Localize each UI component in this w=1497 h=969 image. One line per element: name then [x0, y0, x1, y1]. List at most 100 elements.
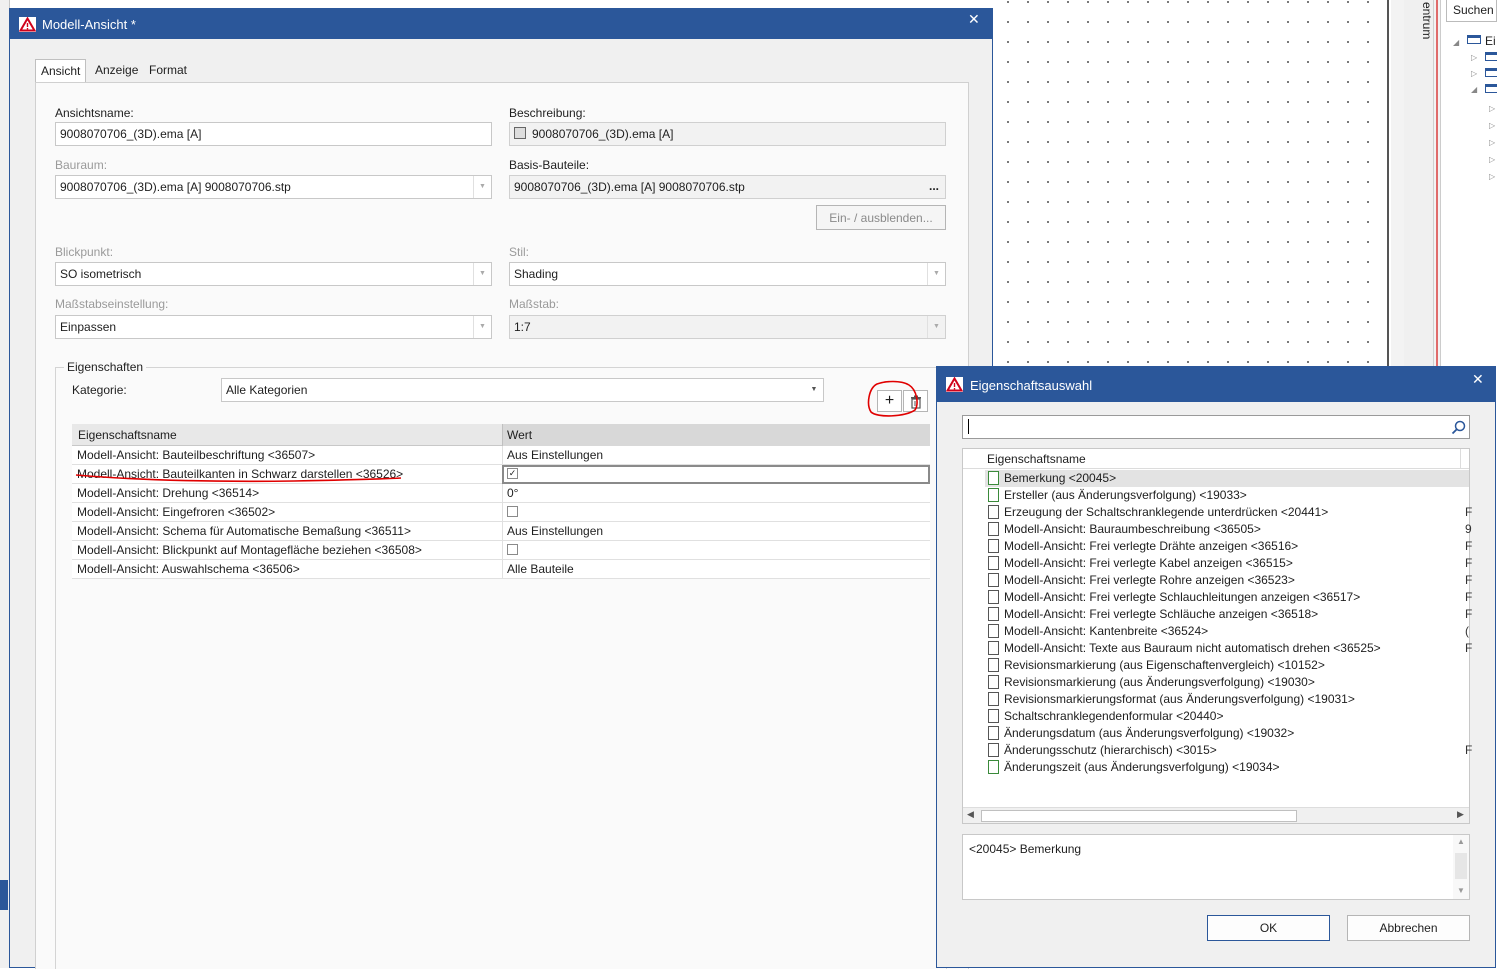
blickpunkt-select[interactable]: SO isometrisch ▼: [55, 262, 492, 286]
grid-header: Eigenschaftsname Wert: [72, 424, 930, 446]
stil-select[interactable]: Shading ▼: [509, 262, 946, 286]
massstabseinstellung-select[interactable]: Einpassen ▼: [55, 315, 492, 339]
list-item-value: (: [1465, 624, 1469, 638]
column-header-value[interactable]: Wert: [507, 428, 532, 442]
document-icon: [988, 743, 999, 757]
scroll-left-icon[interactable]: ◀: [967, 809, 974, 820]
list-item[interactable]: Ersteller (aus Änderungsverfolgung) <190…: [985, 487, 1469, 504]
column-header-name[interactable]: Eigenschaftsname: [78, 428, 177, 442]
table-row[interactable]: Modell-Ansicht: Auswahlschema <36506> Al…: [72, 560, 930, 579]
kategorie-select[interactable]: Alle Kategorien ▼: [221, 378, 824, 402]
property-list[interactable]: Eigenschaftsname Bemerkung <20045> Erstel…: [962, 448, 1473, 824]
tree-collapse-icon[interactable]: ▷: [1489, 104, 1495, 113]
tree-collapse-icon[interactable]: ▷: [1471, 53, 1477, 62]
property-name: Modell-Ansicht: Blickpunkt auf Montagefl…: [77, 543, 422, 557]
list-item[interactable]: Revisionsmarkierung (aus Änderungsverfol…: [985, 674, 1469, 691]
property-checkbox[interactable]: [507, 506, 518, 517]
project-tree[interactable]: ◢ Ei ▷ ▷ ◢ ▷ ▷ ▷ ▷ ▷: [1440, 0, 1497, 366]
language-icon[interactable]: [514, 127, 526, 139]
list-item[interactable]: Modell-Ansicht: Bauraumbeschreibung <365…: [985, 521, 1472, 538]
list-item[interactable]: Modell-Ansicht: Frei verlegte Kabel anze…: [985, 555, 1472, 572]
dialog-titlebar[interactable]: Modell-Ansicht * ✕: [10, 9, 992, 39]
tree-collapse-icon[interactable]: ▷: [1489, 155, 1495, 164]
tree-collapse-icon[interactable]: ▷: [1489, 138, 1495, 147]
property-value[interactable]: Aus Einstellungen: [507, 524, 603, 538]
tree-collapse-icon[interactable]: ▷: [1489, 121, 1495, 130]
list-item[interactable]: Revisionsmarkierung (aus Eigenschaftenve…: [985, 657, 1469, 674]
vertical-scrollbar[interactable]: ▲ ▼: [1453, 835, 1469, 899]
document-icon: [988, 488, 999, 502]
vertical-tab-label[interactable]: entrum: [1404, 0, 1434, 60]
selected-cell: [502, 465, 930, 484]
table-row[interactable]: Modell-Ansicht: Eingefroren <36502>: [72, 503, 930, 522]
list-item[interactable]: Bemerkung <20045>: [985, 470, 1469, 487]
cancel-button[interactable]: Abbrechen: [1347, 915, 1470, 941]
table-row[interactable]: Modell-Ansicht: Drehung <36514> 0°: [72, 484, 930, 503]
tab-ansicht[interactable]: Ansicht: [35, 59, 87, 84]
ansichtsname-input[interactable]: 9008070706_(3D).ema [A]: [55, 122, 492, 146]
scrollbar-thumb[interactable]: [981, 810, 1297, 822]
document-icon: [988, 726, 999, 740]
list-item[interactable]: Modell-Ansicht: Frei verlegte Schlauchle…: [985, 589, 1472, 606]
list-item-label: Änderungsdatum (aus Änderungsverfolgung)…: [1004, 726, 1295, 740]
list-item[interactable]: Modell-Ansicht: Frei verlegte Rohre anze…: [985, 572, 1473, 589]
search-icon[interactable]: [1451, 420, 1466, 435]
property-checkbox[interactable]: ✓: [507, 468, 518, 479]
document-icon: [988, 522, 999, 536]
list-item[interactable]: Änderungsdatum (aus Änderungsverfolgung)…: [985, 725, 1469, 742]
column-header-name[interactable]: Eigenschaftsname: [987, 452, 1086, 466]
drawing-canvas[interactable]: [992, 0, 1389, 366]
search-input[interactable]: [962, 415, 1470, 439]
list-item-value: F: [1465, 573, 1473, 587]
list-item[interactable]: Schaltschranklegendenformular <20440>: [985, 708, 1469, 725]
bauraum-select[interactable]: 9008070706_(3D).ema [A] 9008070706.stp ▼: [55, 175, 492, 199]
tree-expand-icon[interactable]: ◢: [1471, 85, 1477, 94]
ok-button[interactable]: OK: [1207, 915, 1330, 941]
ein-ausblenden-button[interactable]: Ein- / ausblenden...: [816, 205, 946, 230]
chevron-down-icon: ▼: [927, 316, 945, 338]
scroll-right-icon[interactable]: ▶: [1457, 809, 1464, 820]
tree-root-label[interactable]: Ei: [1485, 34, 1496, 48]
tab-format[interactable]: Format: [144, 59, 192, 83]
document-icon: [988, 709, 999, 723]
document-icon: [988, 624, 999, 638]
warning-app-icon: [946, 377, 963, 392]
massstab-select[interactable]: 1:7 ▼: [509, 315, 946, 339]
list-item[interactable]: Revisionsmarkierungsformat (aus Änderung…: [985, 691, 1469, 708]
table-row[interactable]: Modell-Ansicht: Schema für Automatische …: [72, 522, 930, 541]
column-separator: [502, 522, 503, 541]
column-separator: [502, 560, 503, 579]
list-item-label: Modell-Ansicht: Frei verlegte Drähte anz…: [1004, 539, 1299, 553]
scroll-down-icon[interactable]: ▼: [1457, 886, 1465, 895]
horizontal-scrollbar[interactable]: ◀ ▶: [963, 807, 1469, 823]
list-item[interactable]: Modell-Ansicht: Texte aus Bauraum nicht …: [985, 640, 1472, 657]
close-icon[interactable]: ✕: [968, 11, 980, 28]
beschreibung-input[interactable]: 9008070706_(3D).ema [A]: [509, 122, 946, 146]
scroll-up-icon[interactable]: ▲: [1457, 837, 1465, 846]
property-value[interactable]: 0°: [507, 486, 518, 500]
browse-button[interactable]: ...: [929, 179, 939, 193]
dialog-titlebar[interactable]: Eigenschaftsauswahl ✕: [937, 367, 1495, 402]
scrollbar-thumb[interactable]: [1455, 853, 1467, 879]
list-item-label: Erzeugung der Schaltschranklegende unter…: [1004, 505, 1329, 519]
list-item[interactable]: Modell-Ansicht: Frei verlegte Schläuche …: [985, 606, 1472, 623]
list-item[interactable]: Modell-Ansicht: Frei verlegte Drähte anz…: [985, 538, 1472, 555]
list-item[interactable]: Modell-Ansicht: Kantenbreite <36524> (: [985, 623, 1469, 640]
list-item[interactable]: Änderungszeit (aus Änderungsverfolgung) …: [985, 759, 1469, 776]
tab-anzeige[interactable]: Anzeige: [90, 59, 143, 83]
table-row[interactable]: Modell-Ansicht: Blickpunkt auf Montagefl…: [72, 541, 930, 560]
list-item[interactable]: Erzeugung der Schaltschranklegende unter…: [985, 504, 1472, 521]
property-value[interactable]: Alle Bauteile: [507, 562, 574, 576]
table-row[interactable]: Modell-Ansicht: Bauteilbeschriftung <365…: [72, 446, 930, 465]
tree-expand-icon[interactable]: ◢: [1453, 38, 1459, 47]
basis-bauteile-input[interactable]: 9008070706_(3D).ema [A] 9008070706.stp .…: [509, 175, 946, 199]
property-checkbox[interactable]: [507, 544, 518, 555]
kategorie-label: Kategorie:: [72, 383, 127, 397]
property-value[interactable]: Aus Einstellungen: [507, 448, 603, 462]
search-field[interactable]: Suchen: [1446, 0, 1497, 22]
tree-collapse-icon[interactable]: ▷: [1489, 172, 1495, 181]
eigenschaften-group-label: Eigenschaften: [64, 360, 147, 374]
close-icon[interactable]: ✕: [1472, 371, 1484, 388]
list-item[interactable]: Änderungsschutz (hierarchisch) <3015> F: [985, 742, 1472, 759]
tree-collapse-icon[interactable]: ▷: [1471, 69, 1477, 78]
